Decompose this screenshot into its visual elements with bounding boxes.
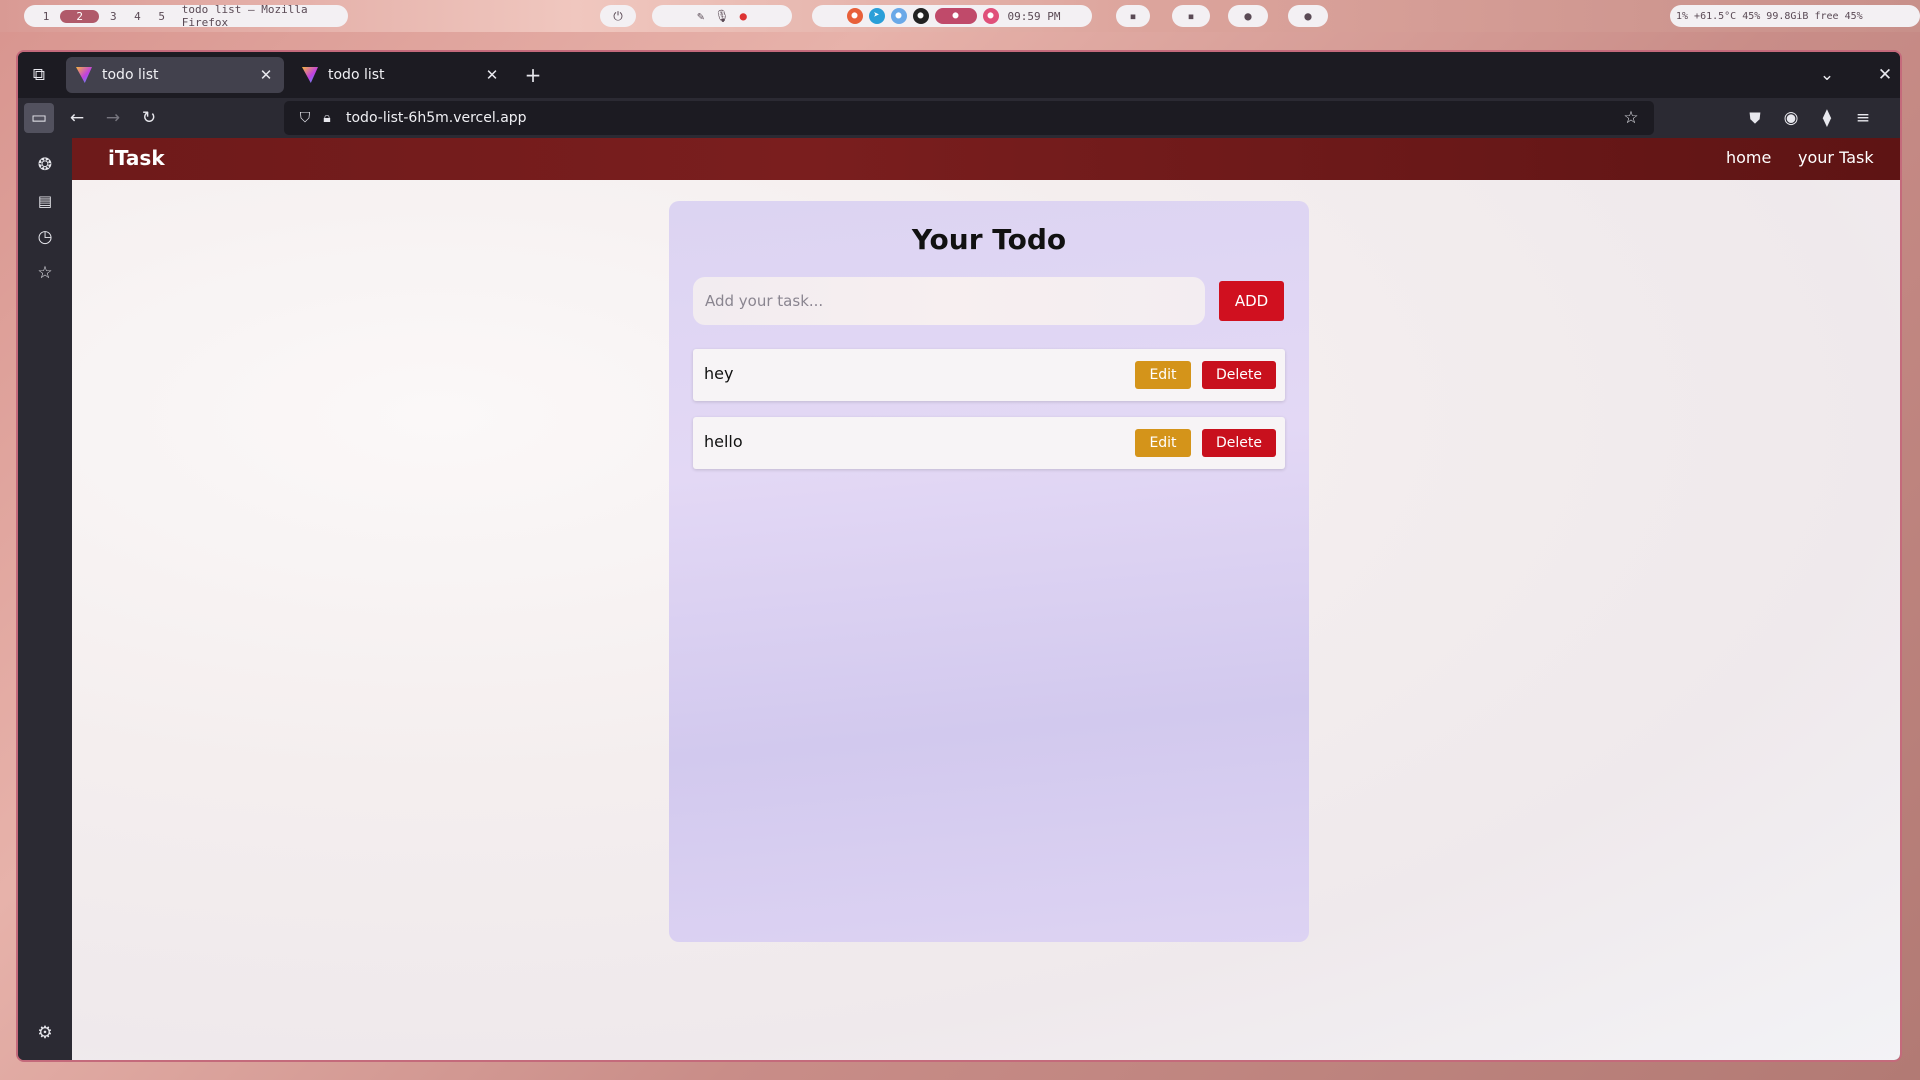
pocket-icon[interactable]: ⛊ [1740, 103, 1770, 133]
sidebar-toggle-icon[interactable]: ▭ [24, 103, 54, 133]
task-input[interactable] [693, 277, 1205, 325]
delete-button[interactable]: Delete [1202, 429, 1276, 457]
bookmarks-icon[interactable]: ☆ [30, 258, 60, 288]
github-icon[interactable]: ● [912, 8, 929, 24]
app-tray: ● ➤ ● ● ● ● 09:59 PM [812, 5, 1092, 27]
workspace-4[interactable]: 4 [125, 10, 149, 23]
site-navbar: iTask home your Task [72, 138, 1900, 180]
back-arrow-icon[interactable]: ← [62, 103, 92, 133]
settings-gear-icon[interactable]: ⚙ [30, 1018, 60, 1048]
app2-icon[interactable]: ● [982, 8, 999, 24]
synced-tabs-icon[interactable]: ▤ [30, 186, 60, 216]
vite-favicon-icon [302, 67, 318, 83]
list-tabs-chevron-icon[interactable]: ⌄ [1812, 60, 1842, 90]
tray-icon-2[interactable]: ▪ [1172, 5, 1210, 27]
edit-button[interactable]: Edit [1135, 429, 1191, 457]
workspace-1[interactable]: 1 [34, 10, 58, 23]
tab-overview-icon[interactable]: ⧉ [24, 60, 54, 90]
browser-sidebar: ❂ ▤ ◷ ☆ ⚙ [18, 138, 72, 1060]
system-status: 1% +61.5°C 45% 99.8GiB free 45% [1670, 5, 1920, 27]
navigation-toolbar: ▭ ← → ↻ ⛉ 🔒︎ todo-list-6h5m.vercel.app ☆… [18, 98, 1900, 138]
chat-icon[interactable]: ● [1288, 5, 1328, 27]
tab-title: todo list [328, 67, 385, 83]
active-window-title: todo list — Mozilla Firefox [181, 3, 308, 29]
workspace-5[interactable]: 5 [150, 10, 174, 23]
workspace-bar: 1 2 3 4 5 todo list — Mozilla Firefox [24, 3, 348, 29]
tab-todo-list-2[interactable]: todo list ✕ [292, 57, 510, 93]
discord-icon[interactable]: ● [1228, 5, 1268, 27]
new-tab-icon[interactable]: + [518, 60, 548, 90]
power-icon[interactable]: ⏻ [600, 5, 636, 27]
telegram-icon[interactable]: ➤ [868, 8, 885, 24]
close-tab-icon[interactable]: ✕ [256, 61, 276, 89]
page-title: Your Todo [911, 223, 1067, 256]
firefox-icon[interactable]: ● [846, 8, 863, 24]
vite-favicon-icon [76, 67, 92, 83]
mic-icon[interactable]: 🎙 [714, 9, 729, 23]
record-icon[interactable]: ● [740, 9, 747, 23]
web-page: iTask home your Task Your Todo ADD hey E… [72, 138, 1900, 1060]
forward-arrow-icon[interactable]: → [98, 103, 128, 133]
close-window-icon[interactable]: ✕ [1870, 60, 1900, 90]
delete-button[interactable]: Delete [1202, 361, 1276, 389]
workspace-3[interactable]: 3 [101, 10, 125, 23]
clock: 09:59 PM [1007, 9, 1061, 23]
todo-text: hey [704, 364, 734, 383]
site-brand[interactable]: iTask [108, 146, 165, 170]
lock-icon[interactable]: 🔒︎ [312, 103, 342, 133]
tab-bar: ⧉ todo list ✕ todo list ✕ + ⌄ ✕ [18, 52, 1900, 98]
todo-card: Your Todo ADD hey Edit Delete hello Edit… [669, 201, 1309, 942]
todo-item: hey Edit Delete [693, 349, 1285, 401]
url-bar[interactable]: ⛉ 🔒︎ todo-list-6h5m.vercel.app ☆ [284, 101, 1654, 135]
todo-item: hello Edit Delete [693, 417, 1285, 469]
nav-home-link[interactable]: home [1726, 148, 1771, 167]
browser-window: ⧉ todo list ✕ todo list ✕ + ⌄ ✕ ▭ ← → ↻ … [16, 50, 1902, 1062]
history-icon[interactable]: ◷ [30, 222, 60, 252]
ai-chat-icon[interactable]: ❂ [30, 150, 60, 180]
menu-icon[interactable]: ≡ [1848, 103, 1878, 133]
edit-button[interactable]: Edit [1135, 361, 1191, 389]
account-icon[interactable]: ◉ [1776, 103, 1806, 133]
close-tab-icon[interactable]: ✕ [482, 61, 502, 89]
screenshot-icon[interactable]: ✎ [697, 9, 704, 23]
tab-title: todo list [102, 67, 159, 83]
extensions-icon[interactable]: ⧫ [1812, 103, 1842, 133]
reload-icon[interactable]: ↻ [134, 103, 164, 133]
nav-your-task-link[interactable]: your Task [1798, 148, 1874, 167]
tray-icon-1[interactable]: ▪ [1116, 5, 1150, 27]
app-icon[interactable]: ● [890, 8, 907, 24]
media-tools: ✎ 🎙 ● [652, 5, 792, 27]
workspace-2[interactable]: 2 [60, 9, 100, 23]
tab-todo-list-1[interactable]: todo list ✕ [66, 57, 284, 93]
firefox-active-icon[interactable]: ● [934, 8, 977, 24]
url-text[interactable]: todo-list-6h5m.vercel.app [346, 110, 527, 126]
desktop-top-bar: 1 2 3 4 5 todo list — Mozilla Firefox ⏻ … [0, 0, 1920, 32]
todo-text: hello [704, 432, 743, 451]
add-button[interactable]: ADD [1219, 281, 1284, 321]
bookmark-star-icon[interactable]: ☆ [1616, 103, 1646, 133]
